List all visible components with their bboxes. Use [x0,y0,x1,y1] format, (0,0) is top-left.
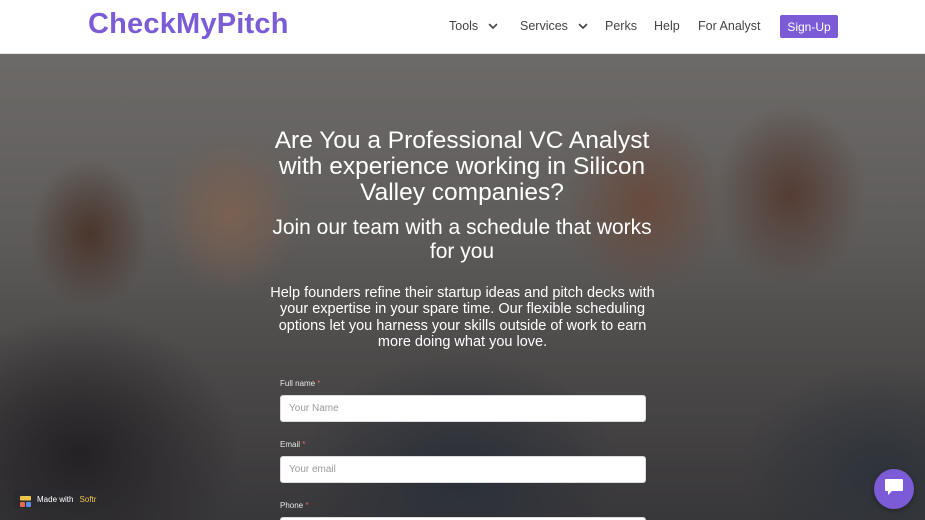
nav-item-tools-label: Tools [449,19,479,33]
sign-up-button[interactable]: Sign-Up [780,15,838,38]
nav-item-help[interactable]: Help [654,19,680,33]
nav-item-perks-label: Perks [605,19,637,33]
required-mark: * [317,379,321,388]
required-mark: * [305,501,309,510]
hero-subheadline: Join our team with a schedule that works… [272,216,652,263]
nav-item-help-label: Help [654,19,680,33]
chevron-down-icon [576,19,590,33]
nav-item-for-analyst-label: For Analyst [698,19,761,33]
site-logo[interactable]: CheckMyPitch [88,8,289,41]
hero-content: Are You a Professional VC Analyst with e… [0,54,925,520]
hero-headline: Are You a Professional VC Analyst with e… [274,127,650,206]
hero-section: Are You a Professional VC Analyst with e… [0,54,925,520]
full-name-label: Full name * [280,379,320,388]
email-label: Email * [280,440,305,449]
chat-widget-button[interactable] [874,469,914,509]
chat-icon [883,476,905,503]
nav-item-tools[interactable]: Tools [449,19,500,33]
top-navbar: CheckMyPitch Tools Services Perks Help F… [0,0,925,54]
nav-item-services-label: Services [520,19,568,33]
phone-label: Phone * [280,501,309,510]
softr-logo-icon [20,494,31,507]
nav-item-perks[interactable]: Perks [605,19,637,33]
email-input[interactable] [280,456,646,483]
full-name-input[interactable] [280,395,646,422]
made-with-softr-badge[interactable]: Made with Softr [14,490,103,508]
phone-label-text: Phone [280,501,304,510]
chevron-down-icon [486,19,500,33]
made-with-text: Made with [37,494,74,504]
nav-item-for-analyst[interactable]: For Analyst [698,19,761,33]
softr-brand-text: Softr [79,494,97,504]
nav-item-services[interactable]: Services [520,19,590,33]
hero-description: Help founders refine their startup ideas… [270,285,655,350]
full-name-label-text: Full name [280,379,316,388]
email-label-text: Email [280,440,301,449]
required-mark: * [302,440,306,449]
